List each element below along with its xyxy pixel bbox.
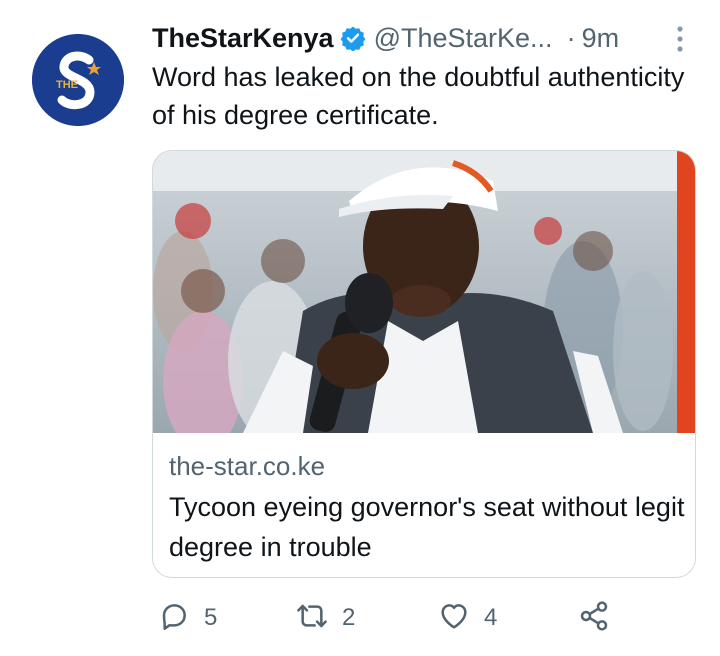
retweet-icon — [296, 600, 328, 637]
like-count: 4 — [484, 604, 498, 631]
tweet[interactable]: THE TheStarKenya @TheStarKe... · 9m Word… — [0, 0, 720, 656]
like-icon — [438, 600, 470, 637]
retweet-button[interactable]: 2 — [296, 596, 355, 640]
reply-count: 5 — [204, 604, 218, 631]
tweet-header: TheStarKenya @TheStarKe... · 9m — [152, 20, 692, 56]
like-button[interactable]: 4 — [438, 596, 497, 640]
header-separator: · — [566, 22, 576, 53]
card-image[interactable] — [153, 151, 695, 433]
card-photo — [153, 151, 695, 433]
reply-icon — [158, 600, 190, 637]
tweet-actions: 5 2 4 — [152, 596, 712, 640]
share-icon — [578, 600, 610, 637]
card-domain: the-star.co.ke — [169, 451, 326, 481]
author-avatar[interactable]: THE — [32, 34, 124, 126]
share-button[interactable] — [578, 596, 610, 640]
more-options-icon[interactable] — [670, 24, 690, 54]
reply-button[interactable]: 5 — [158, 596, 217, 640]
tweet-timestamp[interactable]: 9m — [582, 23, 620, 54]
tweet-text: Word has leaked on the doubtful authenti… — [152, 62, 685, 130]
author-display-name[interactable]: TheStarKenya — [152, 23, 334, 54]
retweet-count: 2 — [342, 604, 356, 631]
svg-text:THE: THE — [56, 79, 78, 91]
avatar-logo-icon: THE — [32, 34, 124, 126]
verified-badge-icon — [340, 25, 366, 52]
link-card[interactable]: the-star.co.ke Tycoon eyeing governor's … — [152, 150, 696, 578]
author-handle[interactable]: @TheStarKe... — [374, 23, 553, 54]
card-title: Tycoon eyeing governor's seat without le… — [169, 492, 685, 562]
